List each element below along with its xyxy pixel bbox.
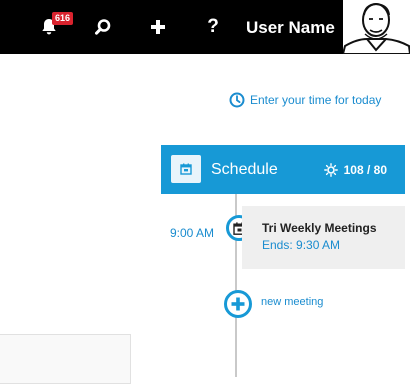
- enter-time-link[interactable]: Enter your time for today: [229, 91, 381, 109]
- search-icon[interactable]: [92, 0, 114, 54]
- schedule-stat-value: 108 / 80: [343, 162, 387, 177]
- avatar[interactable]: [343, 0, 410, 54]
- notification-count-badge: 616: [52, 12, 74, 25]
- meeting-end-time: Ends: 9:30 AM: [262, 238, 341, 252]
- event-time: 9:00 AM: [170, 226, 215, 240]
- user-name[interactable]: User Name: [246, 0, 335, 54]
- meeting-card[interactable]: Tri Weekly Meetings Ends: 9:30 AM: [242, 206, 405, 269]
- calendar-icon: [171, 155, 201, 183]
- schedule-header: Schedule 108 / 80: [161, 145, 405, 194]
- sun-icon: [323, 162, 338, 177]
- new-meeting-link[interactable]: new meeting: [261, 296, 323, 308]
- plus-icon[interactable]: [147, 0, 169, 54]
- meeting-title: Tri Weekly Meetings: [262, 221, 377, 235]
- schedule-title: Schedule: [211, 161, 278, 178]
- schedule-stat: 108 / 80: [323, 145, 387, 194]
- clock-icon: [229, 92, 245, 108]
- add-meeting-icon[interactable]: [224, 290, 252, 318]
- enter-time-label: Enter your time for today: [250, 93, 382, 107]
- top-navigation-bar: 616 ? User Name: [0, 0, 410, 54]
- bell-icon[interactable]: [38, 0, 60, 54]
- help-icon[interactable]: ?: [202, 0, 224, 54]
- help-glyph: ?: [207, 16, 219, 37]
